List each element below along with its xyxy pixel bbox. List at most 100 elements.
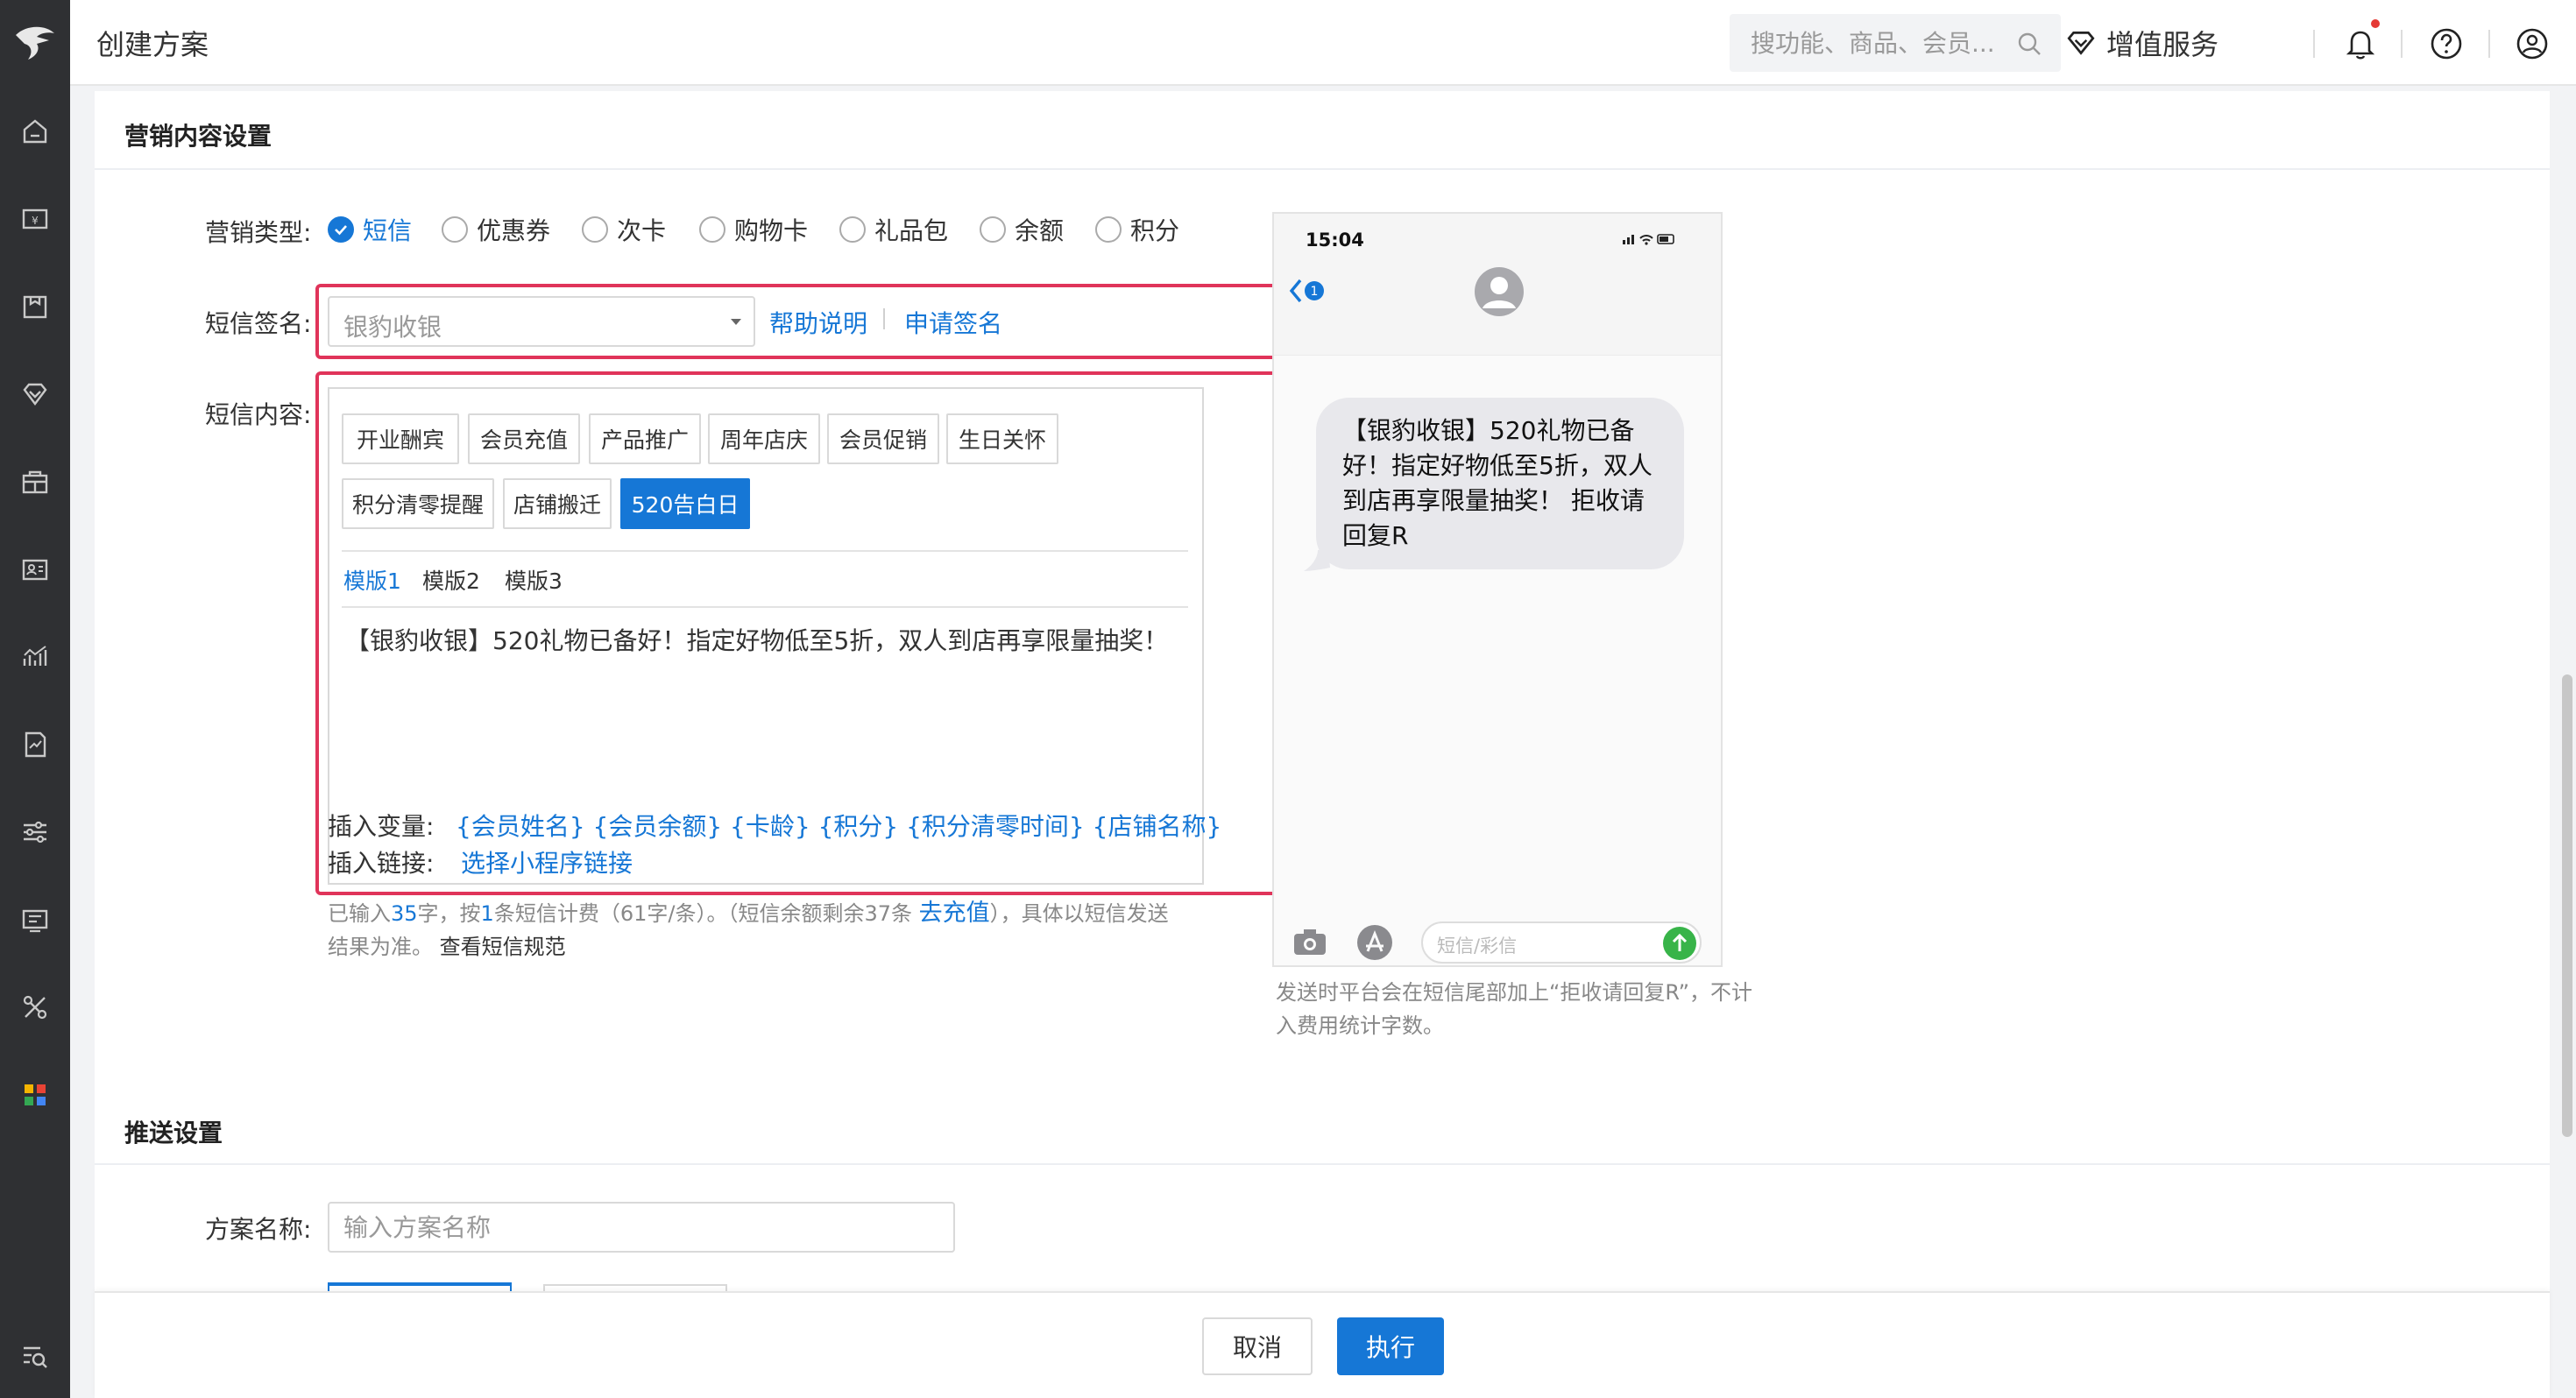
link-divider [883, 308, 885, 329]
type-label: 短信 [363, 216, 413, 245]
template-version-tab[interactable]: 模版1 [343, 564, 401, 596]
user-account-icon[interactable] [2513, 25, 2551, 63]
left-sidebar: ¥ [0, 0, 70, 1398]
type-radio-points[interactable]: 积分 [1095, 212, 1179, 247]
radio-circle [839, 216, 866, 243]
sms-count-hint: 已输入35字，按1条短信计费（61字/条）。（短信余额剩余37条 去充值），具体… [328, 897, 1309, 964]
template-tag[interactable]: 店铺搬迁 [503, 478, 612, 529]
type-radio-gift-pack[interactable]: 礼品包 [839, 212, 948, 247]
type-radio-times-card[interactable]: 次卡 [582, 212, 666, 247]
device-icon[interactable] [18, 902, 53, 937]
page-title: 创建方案 [96, 28, 209, 61]
marketing-icon[interactable] [18, 464, 53, 499]
radio-circle [1095, 216, 1122, 243]
scrollbar-thumb[interactable] [2562, 674, 2572, 1137]
radio-circle [442, 216, 468, 243]
template-version-tab[interactable]: 模版2 [422, 564, 480, 596]
header-divider [2313, 30, 2315, 58]
goods-icon[interactable] [18, 289, 53, 324]
help-icon[interactable] [2427, 25, 2466, 63]
svg-text:¥: ¥ [32, 215, 39, 227]
type-label: 次卡 [617, 216, 667, 245]
push-section-title: 推送设置 [124, 1119, 223, 1147]
back-icon[interactable]: 1 [1288, 275, 1328, 307]
tools-icon[interactable] [18, 990, 53, 1025]
sms-sign-select[interactable]: 银豹收银 [328, 296, 755, 347]
statistics-icon[interactable] [18, 639, 53, 674]
type-label: 优惠券 [477, 216, 551, 245]
type-label: 礼品包 [874, 216, 949, 245]
home-icon[interactable] [18, 114, 53, 149]
type-radio-coupon[interactable]: 优惠券 [442, 212, 550, 247]
editor-divider [342, 550, 1188, 552]
logo-icon[interactable] [11, 19, 60, 65]
template-tag-active[interactable]: 520告白日 [620, 478, 750, 529]
type-label: 购物卡 [734, 216, 809, 245]
preview-note: 发送时平台会在短信尾部加上“拒收请回复R”，不计入费用统计字数。 [1276, 980, 1753, 1038]
report-icon[interactable] [18, 727, 53, 762]
marketing-type-label: 营销类型: [205, 218, 312, 247]
phone-message-input[interactable]: 短信/彩信 [1421, 921, 1702, 964]
header-divider [2401, 30, 2403, 58]
template-version-tab[interactable]: 模版3 [505, 564, 563, 596]
section-divider [95, 1163, 2550, 1165]
template-tag[interactable]: 生日关怀 [946, 413, 1058, 464]
type-radio-sms[interactable]: 短信 [328, 212, 412, 247]
radio-circle [582, 216, 608, 243]
type-radio-balance[interactable]: 余额 [980, 212, 1064, 247]
template-tag[interactable]: 开业酬宾 [342, 413, 459, 464]
cashier-icon[interactable]: ¥ [18, 201, 53, 237]
type-label: 积分 [1130, 216, 1180, 245]
membership-icon[interactable] [18, 377, 53, 412]
sms-sign-value: 银豹收银 [343, 313, 442, 342]
settings-icon[interactable] [18, 815, 53, 850]
char-count: 35 [391, 901, 418, 926]
vip-services-label: 增值服务 [2106, 28, 2219, 61]
cancel-button[interactable]: 取消 [1202, 1317, 1313, 1375]
sms-phone-preview: 15:04 1 【银豹收银】520礼物已备好！指定好物低至5折，双人到店再享限量… [1272, 212, 1723, 967]
apps-icon[interactable] [18, 1077, 53, 1112]
plan-name-input[interactable] [328, 1202, 955, 1253]
insert-variable-label: 插入变量: [328, 812, 435, 841]
phone-header: 15:04 1 [1274, 214, 1721, 356]
status-icons [1623, 234, 1674, 245]
global-search[interactable] [1730, 14, 2061, 72]
plan-name-label: 方案名称: [205, 1215, 312, 1244]
phone-input-placeholder: 短信/彩信 [1437, 936, 1518, 957]
editor-divider [342, 606, 1188, 608]
select-miniprogram-link[interactable]: 选择小程序链接 [461, 844, 633, 879]
sms-rules-link[interactable]: 查看短信规范 [440, 935, 566, 959]
marketing-section-title: 营销内容设置 [124, 122, 272, 151]
template-tag[interactable]: 积分清零提醒 [342, 478, 494, 529]
insert-variables[interactable]: {会员姓名} {会员余额} {卡龄} {积分} {积分清零时间} {店铺名称} [456, 808, 1221, 843]
search-menu-icon[interactable] [18, 1338, 53, 1373]
search-icon[interactable] [2015, 30, 2043, 58]
app-store-icon[interactable] [1355, 923, 1395, 962]
sms-sign-label: 短信签名: [205, 309, 312, 338]
hint-text: 结果为准。 [328, 935, 433, 959]
phone-time: 15:04 [1306, 229, 1364, 251]
camera-icon[interactable] [1292, 925, 1328, 960]
bell-icon[interactable] [2341, 25, 2380, 63]
bubble-tail [1304, 550, 1330, 571]
template-tag[interactable]: 会员充值 [468, 413, 580, 464]
recharge-link[interactable]: 去充值 [919, 900, 990, 927]
action-footer: 取消 执行 [95, 1291, 2550, 1398]
execute-button[interactable]: 执行 [1337, 1317, 1444, 1375]
diamond-icon [2067, 32, 2095, 55]
apply-sign-link[interactable]: 申请签名 [904, 305, 1002, 340]
insert-link-label: 插入链接: [328, 849, 435, 878]
send-icon[interactable] [1663, 927, 1696, 960]
search-input[interactable] [1751, 26, 2013, 60]
header-divider [2488, 30, 2490, 58]
type-radio-shopping-card[interactable]: 购物卡 [699, 212, 808, 247]
sms-content-textarea[interactable]: 【银豹收银】520礼物已备好！指定好物低至5折，双人到店再享限量抽奖！ [345, 624, 1186, 659]
help-link[interactable]: 帮助说明 [769, 305, 867, 340]
sms-bubble: 【银豹收银】520礼物已备好！指定好物低至5折，双人到店再享限量抽奖！ 拒收请回… [1316, 398, 1684, 569]
vip-services-button[interactable]: 增值服务 [2064, 23, 2219, 63]
member-card-icon[interactable] [18, 552, 53, 587]
template-tag[interactable]: 会员促销 [827, 413, 939, 464]
template-tag[interactable]: 周年店庆 [708, 413, 820, 464]
template-tag[interactable]: 产品推广 [589, 413, 701, 464]
chevron-down-icon [731, 319, 741, 325]
